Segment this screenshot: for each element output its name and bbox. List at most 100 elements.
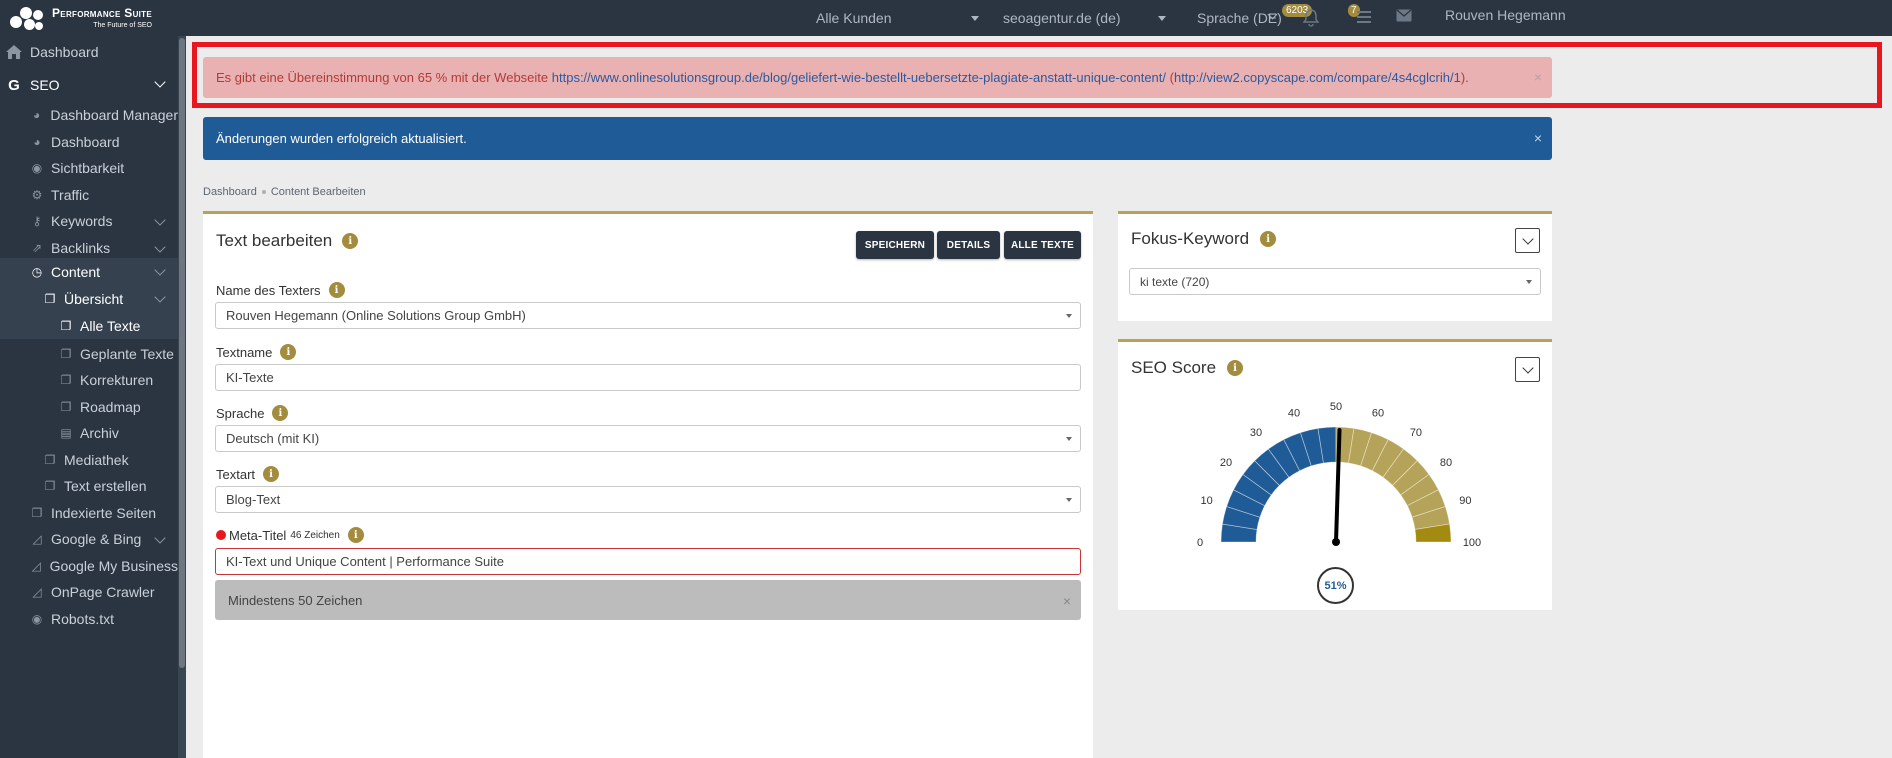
area-chart-icon: ◿ [32,585,42,599]
success-alert-text: Änderungen wurden erfolgreich aktualisie… [216,131,467,146]
sidebar-scrollbar-thumb[interactable] [179,38,185,668]
info-icon[interactable]: i [280,344,297,360]
gauge-tick-label: 50 [1330,401,1342,413]
dropdown-caret-icon [1066,437,1072,441]
info-icon[interactable]: i [342,233,359,249]
collapse-focus-keyword-button[interactable] [1515,228,1540,253]
copy-icon: ❐ [60,373,72,387]
eye-icon: ◉ [31,161,43,175]
performance-suite-logo[interactable]: Performance Suite The Future of SEO [8,2,152,34]
save-button[interactable]: SPEICHERN [856,231,934,259]
sidebar-item-alle-texte[interactable]: ❐ Alle Texte [0,312,178,339]
texttype-select[interactable]: Blog-Text [215,486,1081,513]
breadcrumb-home[interactable]: Dashboard [203,186,257,198]
texttype-label: Textart [216,466,256,482]
writer-select[interactable]: Rouven Hegemann (Online Solutions Group … [215,302,1081,329]
focus-keyword-title-row: Fokus-Keyword i [1131,229,1277,249]
gauge-tick-label: 20 [1220,457,1232,469]
clock-icon: ◷ [31,264,43,279]
meta-title-label: Meta-Titel [229,527,287,543]
details-button[interactable]: DETAILS [937,231,1000,259]
copy-icon: ❐ [44,453,56,467]
logo-title: Performance Suite [52,6,152,20]
close-icon[interactable]: × [1534,69,1542,85]
customer-select[interactable]: Alle Kunden [816,10,892,26]
meta-title-warning: Mindestens 50 Zeichen × [215,580,1081,620]
info-icon[interactable]: i [263,466,280,482]
breadcrumb-separator-icon [261,190,266,194]
archive-icon: ▤ [60,426,72,440]
sidebar-item-content[interactable]: ◷ Content [0,258,178,285]
dropdown-caret-icon [1066,314,1072,318]
gears-icon: ⚙ [31,188,43,202]
info-icon[interactable]: i [328,282,345,298]
gauge-tick-label: 10 [1201,495,1213,507]
sidebar: Dashboard G SEO ◕ Dashboard Manager ◕ Da… [0,36,186,758]
focus-keyword-panel: Fokus-Keyword i ki texte (720) [1118,211,1552,321]
key-icon: ⚷ [32,214,42,228]
copy-icon: ❐ [60,400,72,414]
backlinks-chevron-icon [154,241,166,253]
dropdown-caret-icon [1526,280,1532,284]
close-icon[interactable]: × [1534,130,1542,146]
plagiarism-alert-text: Es gibt eine Übereinstimmung von 65 % mi… [216,70,552,85]
google-bing-chevron-icon [154,532,166,544]
focus-keyword-title: Fokus-Keyword [1131,229,1250,248]
plagiarism-alert: Es gibt eine Übereinstimmung von 65 % mi… [203,57,1552,98]
textname-input[interactable]: KI-Texte [215,364,1081,391]
sidebar-item-seo[interactable]: G SEO [0,69,178,101]
info-icon[interactable]: i [272,405,289,421]
success-alert: Änderungen wurden erfolgreich aktualisie… [203,117,1552,160]
breadcrumb-current: Content Bearbeiten [270,186,366,198]
seo-score-panel: SEO Score i 0 10 20 30 40 50 60 70 80 90 100 51% [1118,339,1552,610]
top-bar: Performance Suite The Future of SEO Alle… [0,0,1892,36]
area-chart-icon: ◿ [32,532,42,546]
domain-select[interactable]: seoagentur.de (de) [1003,10,1121,26]
content-chevron-icon [154,264,166,276]
copyscape-compare-link[interactable]: http://view2.copyscape.com/compare/4s4cg… [1174,70,1461,85]
copy-icon: ❐ [44,479,56,493]
close-icon[interactable]: × [1063,593,1071,609]
copy-icon: ❐ [44,291,56,306]
envelope-icon[interactable] [1396,9,1412,22]
writer-label: Name des Texters [216,282,321,298]
user-menu[interactable]: Rouven Hegemann [1445,7,1566,23]
domain-select-caret-icon[interactable] [1158,16,1166,21]
text-editor-panel: Text bearbeiten i SPEICHERN DETAILS ALLE… [203,211,1093,758]
matched-url-link[interactable]: https://www.onlinesolutionsgroup.de/blog… [552,70,1166,85]
sidebar-item-uebersicht[interactable]: ❐ Übersicht [0,285,178,312]
all-texts-button[interactable]: ALLE TEXTE [1004,231,1081,259]
breadcrumb: Dashboard Content Bearbeiten [203,186,366,198]
dropdown-caret-icon [1066,498,1072,502]
home-icon [6,44,22,60]
focus-keyword-select[interactable]: ki texte (720) [1129,268,1541,295]
dashboard-gauge-icon: ◕ [33,108,41,122]
gauge-tick-label: 80 [1440,457,1452,469]
editor-title: Text bearbeiten [216,231,333,250]
info-icon[interactable]: i [1260,231,1277,247]
writer-label-row: Name des Texters i [216,282,345,298]
copy-icon: ❐ [60,318,72,333]
external-link-icon: ⇗ [31,241,43,255]
copy-icon: ❐ [31,506,43,520]
sidebar-item-robots-txt[interactable]: ◉ Robots.txt [0,603,178,635]
logo-tagline: The Future of SEO [93,22,152,29]
seo-score-value: 51% [1317,567,1354,604]
meta-title-input[interactable]: KI-Text und Unique Content | Performance… [215,548,1081,575]
language-select[interactable]: Deutsch (mit KI) [215,425,1081,452]
sidebar-item-dashboard[interactable]: Dashboard [0,36,178,68]
seo-chevron-icon [154,76,166,88]
dashboard-gauge-icon: ◕ [33,135,41,149]
bell-icon[interactable] [1303,9,1319,27]
list-icon[interactable] [1357,10,1371,24]
sidebar-scrollbar[interactable] [178,36,186,758]
gauge-tick-label: 70 [1410,427,1422,439]
gauge-tick-label: 30 [1250,427,1262,439]
customer-select-caret-icon[interactable] [971,16,979,21]
alert-close-paren: ). [1460,70,1469,85]
textname-label-row: Textname i [216,344,297,360]
area-chart-icon: ◿ [31,559,41,573]
meta-title-label-row: Meta-Titel 46 Zeichen i [216,527,364,543]
uebersicht-chevron-icon [154,291,166,303]
info-icon[interactable]: i [347,527,364,543]
